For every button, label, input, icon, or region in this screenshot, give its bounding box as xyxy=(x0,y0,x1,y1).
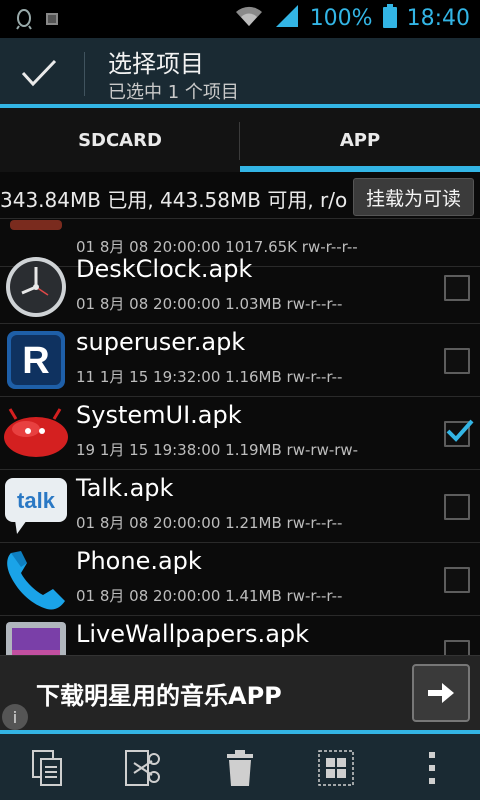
wifi-icon xyxy=(234,5,264,31)
select-checkbox[interactable] xyxy=(444,348,470,374)
file-name: LiveWallpapers.apk xyxy=(76,620,310,648)
mount-readable-button[interactable]: 挂载为可读 xyxy=(352,178,474,216)
list-item[interactable]: R superuser.apk 11 1月 15 19:32:00 1.16MB… xyxy=(0,324,480,397)
svg-text:talk: talk xyxy=(17,488,56,513)
tab-app[interactable]: APP xyxy=(240,108,480,172)
bottom-action-bar xyxy=(0,730,480,800)
select-checkbox[interactable] xyxy=(444,640,470,655)
select-checkbox[interactable] xyxy=(444,494,470,520)
done-button[interactable] xyxy=(14,48,64,98)
file-name: DeskClock.apk xyxy=(76,255,253,283)
phone-icon xyxy=(2,547,70,611)
file-name: superuser.apk xyxy=(76,328,246,356)
wallpaper-icon xyxy=(2,620,70,655)
file-meta: 01 8月 08 20:00:00 1.21MB rw-r--r-- xyxy=(76,514,343,532)
ad-banner[interactable]: 下载明星用的音乐APP i xyxy=(0,655,480,731)
overflow-menu-button[interactable] xyxy=(402,740,462,796)
storage-info-bar: 343.84MB 已用, 443.58MB 可用, r/o 挂载为可读 xyxy=(0,172,480,219)
page-title: 选择项目 xyxy=(108,50,204,78)
delete-button[interactable] xyxy=(210,740,270,796)
copy-button[interactable] xyxy=(18,740,78,796)
talk-icon: talk xyxy=(2,474,70,538)
storage-usage-text: 343.84MB 已用, 443.58MB 可用, r/o xyxy=(0,188,348,212)
tab-bar: SDCARD APP xyxy=(0,108,480,172)
select-checkbox[interactable] xyxy=(444,275,470,301)
jellybean-icon xyxy=(2,401,70,465)
file-meta: 01 8月 08 20:00:00 1.03MB rw-r--r-- xyxy=(76,295,343,313)
sd-card-notification-icon xyxy=(44,11,60,31)
ad-open-button[interactable] xyxy=(412,664,470,722)
more-icon xyxy=(429,752,435,784)
file-name: Phone.apk xyxy=(76,547,202,575)
delete-icon xyxy=(227,750,253,786)
select-checkbox-checked[interactable] xyxy=(444,419,474,447)
clock-time: 18:40 xyxy=(406,5,470,31)
list-item[interactable]: Phone.apk 01 8月 08 20:00:00 1.41MB rw-r-… xyxy=(0,543,480,616)
list-item[interactable]: DeskClock.apk 01 8月 08 20:00:00 1.03MB r… xyxy=(0,251,480,324)
file-meta: 19 1月 15 19:38:00 1.19MB rw-rw-rw- xyxy=(76,441,359,459)
clock-icon xyxy=(2,255,70,319)
list-item[interactable]: LiveWallpapers.apk xyxy=(0,616,480,655)
file-name: Talk.apk xyxy=(76,474,174,502)
select-all-icon xyxy=(318,750,354,786)
status-bar: 100% 18:40 xyxy=(0,0,480,38)
svg-text:R: R xyxy=(22,340,49,382)
cut-button[interactable] xyxy=(114,740,174,796)
selection-count: 已选中 1 个项目 xyxy=(108,82,239,103)
checkmark-icon xyxy=(21,59,57,87)
file-name: SystemUI.apk xyxy=(76,401,242,429)
qq-notification-icon xyxy=(16,8,32,34)
battery-icon xyxy=(382,4,397,32)
action-bar-divider xyxy=(84,52,85,96)
cut-icon xyxy=(125,750,160,786)
list-item[interactable]: talk Talk.apk 01 8月 08 20:00:00 1.21MB r… xyxy=(0,470,480,543)
arrow-right-icon xyxy=(428,683,454,703)
list-item[interactable]: SystemUI.apk 19 1月 15 19:38:00 1.19MB rw… xyxy=(0,397,480,470)
select-checkbox[interactable] xyxy=(444,567,470,593)
superuser-icon: R xyxy=(2,328,70,392)
battery-percent: 100% xyxy=(309,5,373,31)
file-meta: 11 1月 15 19:32:00 1.16MB rw-r--r-- xyxy=(76,368,343,386)
tab-sdcard[interactable]: SDCARD xyxy=(0,108,240,172)
ad-info-icon[interactable]: i xyxy=(2,704,28,730)
ad-text: 下载明星用的音乐APP xyxy=(36,682,282,710)
copy-icon xyxy=(32,750,62,786)
select-all-button[interactable] xyxy=(306,740,366,796)
action-bar: 选择项目 已选中 1 个项目 xyxy=(0,38,480,108)
signal-icon xyxy=(274,5,300,31)
checkmark-icon xyxy=(446,419,474,442)
file-list: 01 8月 08 20:00:00 1017.65K rw-r--r-- Des… xyxy=(0,218,480,655)
file-meta: 01 8月 08 20:00:00 1.41MB rw-r--r-- xyxy=(76,587,343,605)
